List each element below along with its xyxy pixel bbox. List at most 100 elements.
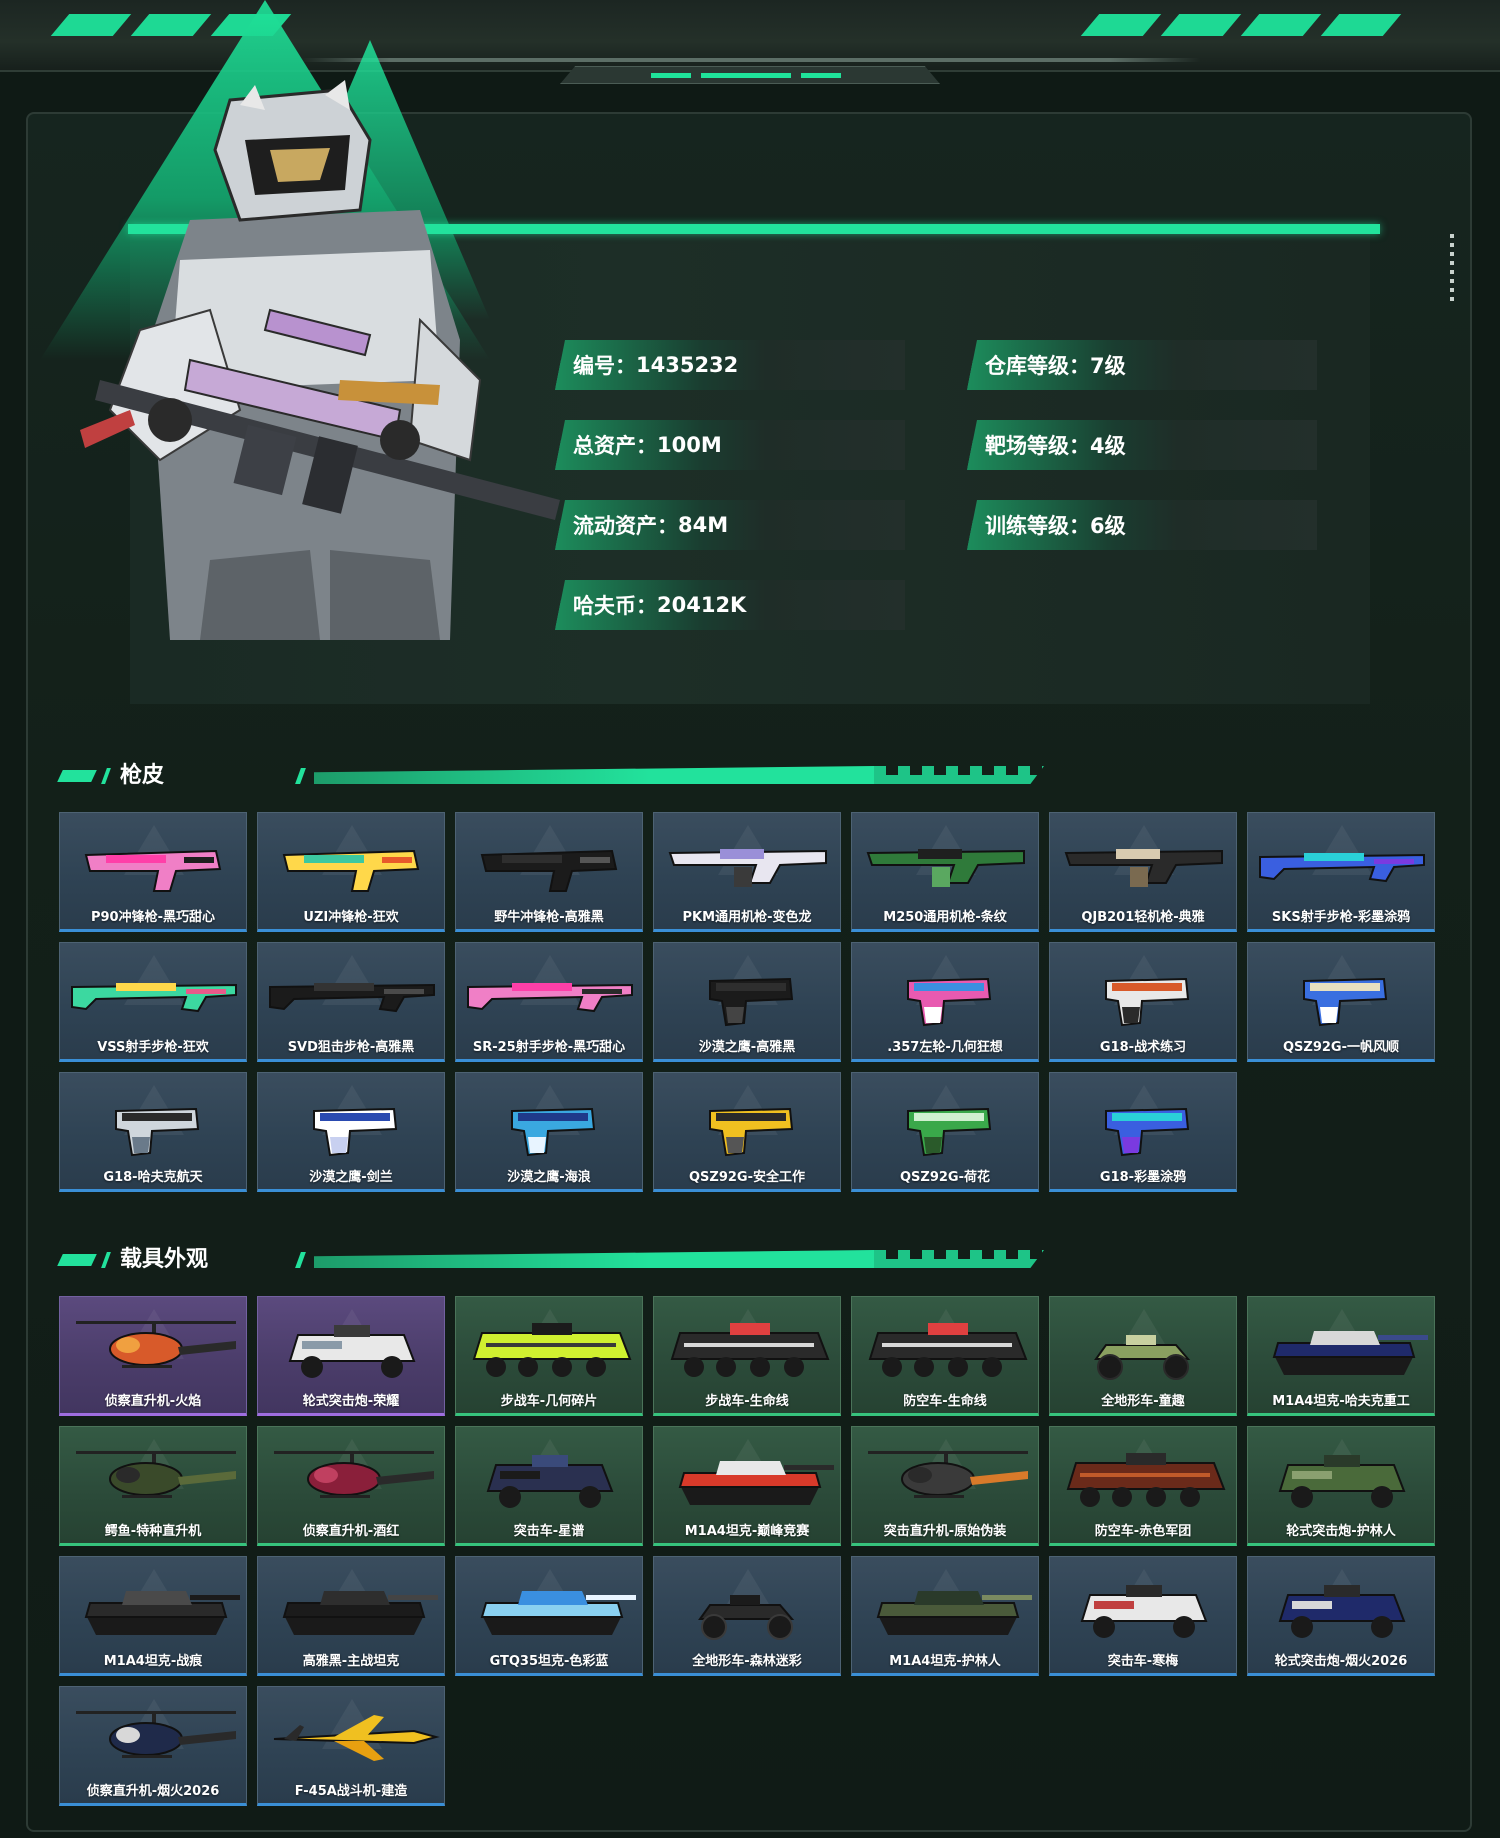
gun-skin-name: 沙漠之鹰-高雅黑 [698,1040,796,1055]
vehicle-skin-name: 轮式突击炮-荣耀 [302,1394,400,1409]
stat-label: 总资产： [573,434,657,458]
vehicle-skin-name: 侦察直升机-火焰 [104,1394,202,1409]
gun-skin-card[interactable]: QSZ92G-安全工作 [653,1072,841,1192]
vehicle-skin-card[interactable]: 突击直升机-原始伪装 [851,1426,1039,1546]
vehicle-skin-image [486,1455,614,1508]
gun-skin-card[interactable]: M250通用机枪-条纹 [851,812,1039,932]
gun-skin-card[interactable]: .357左轮-几何狂想 [851,942,1039,1062]
gun-skin-card[interactable]: SVD狙击步枪-高雅黑 [257,942,445,1062]
operator-portrait [80,80,560,640]
vehicle-skin-name: 全地形车-童趣 [1101,1394,1185,1409]
gun-skin-image [282,849,420,892]
gun-skin-name: SR-25射手步枪-黑巧甜心 [472,1040,626,1055]
stat-value: 84M [678,513,729,537]
vehicle-skin-image [678,1461,834,1505]
vehicle-skin-name: 步战车-生命线 [705,1394,789,1409]
vehicle-skin-card[interactable]: 突击车-寒梅 [1049,1556,1237,1676]
gun-skin-card[interactable]: 沙漠之鹰-高雅黑 [653,942,841,1062]
vehicle-skin-card[interactable]: 轮式突击炮-护林人 [1247,1426,1435,1546]
gun-skin-image [1105,1107,1190,1157]
gun-skin-name: G18-彩墨涂鸦 [1099,1170,1187,1185]
gun-skin-card[interactable]: QSZ92G-荷花 [851,1072,1039,1192]
stat-value: 6级 [1090,514,1126,538]
gun-skin-card[interactable]: P90冲锋枪-黑巧甜心 [59,812,247,932]
stat-player-id: 编号： 1435232 [555,340,905,390]
vehicle-skin-name: GTQ35坦克-色彩蓝 [489,1654,609,1669]
vehicle-skin-card[interactable]: 轮式突击炮-荣耀 [257,1296,445,1416]
vehicle-skin-card[interactable]: 步战车-生命线 [653,1296,841,1416]
gun-skin-card[interactable]: SKS射手步枪-彩墨涂鸦 [1247,812,1435,932]
gun-skin-card[interactable]: 沙漠之鹰-海浪 [455,1072,643,1192]
vehicle-skin-image [1278,1455,1406,1508]
gun-skin-card[interactable]: G18-哈夫克航天 [59,1072,247,1192]
vehicle-skin-card[interactable]: 鳄鱼-特种直升机 [59,1426,247,1546]
vehicle-skin-name: 突击车-寒梅 [1107,1654,1179,1669]
vehicle-skin-image [76,1711,236,1758]
stat-value: 7级 [1090,354,1126,378]
vehicle-skin-card[interactable]: M1A4坦克-哈夫克重工 [1247,1296,1435,1416]
vehicle-skin-card[interactable]: 突击车-星谱 [455,1426,643,1546]
vehicle-skin-image [480,1591,636,1635]
gun-skin-image [709,977,794,1027]
scroll-indicator-dots [1450,234,1454,304]
gun-skin-card[interactable]: UZI冲锋枪-狂欢 [257,812,445,932]
vehicle-skin-name: 高雅黑-主战坦克 [302,1654,400,1669]
vehicle-skin-image [698,1595,795,1640]
vehicle-skin-card[interactable]: 全地形车-森林迷彩 [653,1556,841,1676]
vehicle-skin-card[interactable]: 全地形车-童趣 [1049,1296,1237,1416]
vehicle-skin-card[interactable]: 轮式突击炮-烟火2026 [1247,1556,1435,1676]
gun-skin-image [907,1107,992,1157]
gun-skin-name: QSZ92G-安全工作 [689,1170,805,1185]
vehicle-skin-card[interactable]: F-45A战斗机-建造 [257,1686,445,1806]
gun-skin-card[interactable]: PKM通用机枪-变色龙 [653,812,841,932]
gun-skin-image [1105,977,1190,1027]
section-divider [314,766,874,784]
vehicle-skin-card[interactable]: 步战车-几何碎片 [455,1296,643,1416]
top-header-bar [0,0,1500,84]
gun-skin-card[interactable]: G18-彩墨涂鸦 [1049,1072,1237,1192]
gun-skin-name: G18-哈夫克航天 [103,1170,203,1185]
vehicle-skin-card[interactable]: GTQ35坦克-色彩蓝 [455,1556,643,1676]
vehicle-skin-name: 侦察直升机-酒红 [302,1524,400,1539]
stat-value: 20412K [657,593,747,617]
gun-skin-image [84,849,222,892]
gun-skin-image [313,1107,398,1157]
gun-skin-image [709,1107,794,1157]
gun-skin-card[interactable]: QSZ92G-一帆风顺 [1247,942,1435,1062]
vehicle-skin-card[interactable]: 高雅黑-主战坦克 [257,1556,445,1676]
vehicle-skin-card[interactable]: 侦察直升机-酒红 [257,1426,445,1546]
vehicle-skin-image [1080,1585,1208,1638]
vehicle-skin-card[interactable]: 侦察直升机-烟火2026 [59,1686,247,1806]
stat-haf-coins: 哈夫币： 20412K [555,580,905,630]
gun-skin-card[interactable]: QJB201轻机枪-典雅 [1049,812,1237,932]
stat-value: 1435232 [636,353,739,377]
gun-skin-image [1303,977,1388,1027]
vehicle-skin-card[interactable]: M1A4坦克-巅峰竞赛 [653,1426,841,1546]
section-divider [314,1250,874,1268]
vehicle-skin-image [1272,1331,1428,1375]
gun-skin-image [115,1107,200,1157]
vehicle-skin-image [876,1591,1032,1635]
stat-total-assets: 总资产： 100M [555,420,905,470]
gun-skin-name: UZI冲锋枪-狂欢 [303,910,399,925]
gun-skin-card[interactable]: G18-战术练习 [1049,942,1237,1062]
vehicle-skin-card[interactable]: 防空车-赤色军团 [1049,1426,1237,1546]
vehicle-skin-image [670,1323,830,1377]
gun-skin-card[interactable]: 野牛冲锋枪-高雅黑 [455,812,643,932]
vehicle-skin-card[interactable]: 防空车-生命线 [851,1296,1039,1416]
gun-skin-name: VSS射手步枪-狂欢 [97,1040,209,1055]
stat-warehouse-level: 仓库等级： 7级 [967,340,1317,390]
vehicle-skin-card[interactable]: 侦察直升机-火焰 [59,1296,247,1416]
gun-skin-image [269,983,435,1013]
vehicle-skin-card[interactable]: M1A4坦克-护林人 [851,1556,1039,1676]
gun-skin-image [866,849,1025,887]
vehicle-skin-name: 防空车-赤色军团 [1094,1524,1192,1539]
stat-label: 仓库等级： [985,354,1090,378]
vehicle-skin-image [274,1451,434,1498]
gun-skin-name: P90冲锋枪-黑巧甜心 [90,910,215,925]
gun-skin-card[interactable]: SR-25射手步枪-黑巧甜心 [455,942,643,1062]
gun-skin-card[interactable]: VSS射手步枪-狂欢 [59,942,247,1062]
vehicle-skin-card[interactable]: M1A4坦克-战痕 [59,1556,247,1676]
gun-skin-card[interactable]: 沙漠之鹰-剑兰 [257,1072,445,1192]
stat-value: 4级 [1090,434,1126,458]
